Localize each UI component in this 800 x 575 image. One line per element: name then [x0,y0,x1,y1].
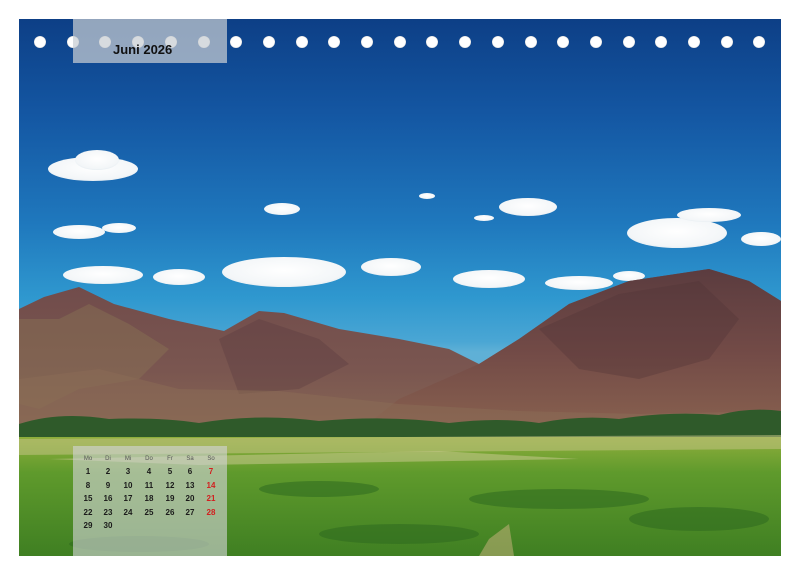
binding-hole [459,36,472,48]
calendar-day: 15 [83,494,93,503]
calendar-day: 23 [103,507,113,517]
calendar-day: 3 [125,467,131,476]
calendar-day: 26 [165,507,175,517]
calendar-day: 27 [185,507,195,517]
calendar-day: 19 [165,494,175,503]
calendar-day: 24 [123,507,133,517]
calendar-day: 6 [187,467,193,476]
binding-hole [524,36,537,48]
binding-hole [622,36,635,48]
calendar-page: Juni 2026 Mo Di Mi Do Fr Sa So 1 2 3 4 5 6 7 8 9 10 11 12 1… [19,19,781,556]
weekday-header: Sa [186,456,194,462]
binding-hole [361,36,373,48]
calendar-day-sunday: 28 [206,507,216,517]
calendar-day: 5 [167,467,173,476]
calendar-day: 30 [103,521,113,530]
calendar-day: 25 [144,507,154,517]
calendar-day: 12 [165,480,175,490]
weekday-header: Do [145,456,153,462]
month-label: Juni 2026 [113,42,173,57]
binding-hole [262,36,275,48]
calendar-day: 4 [146,467,152,476]
calendar-day: 10 [123,480,133,490]
calendar-day: 2 [105,467,111,476]
calendar-day: 17 [123,494,133,503]
calendar-day: 22 [83,507,93,517]
calendar-day: 18 [144,494,154,503]
weekday-header: Mi [124,456,132,462]
calendar-day: 29 [83,521,93,530]
calendar-day: 11 [144,480,154,490]
calendar-day: 16 [103,494,113,503]
calendar-day-sunday: 14 [206,480,216,490]
binding-hole [589,36,602,48]
binding-hole [688,36,700,48]
calendar-day: 1 [85,467,91,476]
calendar-day: 20 [185,494,195,503]
calendar-day-sunday: 21 [206,494,216,503]
weekday-header: Di [105,456,111,462]
binding-hole [720,36,733,48]
calendar-day-sunday: 7 [208,467,214,476]
weekday-header: Mo [83,456,93,462]
clouds [48,150,781,290]
month-label-panel: Juni 2026 [73,19,227,63]
binding-hole [34,36,46,48]
calendar-day: 9 [105,480,111,490]
binding-hole [491,36,504,48]
calendar-day: 13 [185,480,195,490]
weekday-header: Fr [167,456,173,462]
calendar-day: 8 [85,480,91,490]
weekday-header: So [207,456,215,462]
mini-calendar: Mo Di Mi Do Fr Sa So 1 2 3 4 5 6 7 8 9 10 11 12 13 14 15 16 17 1… [73,446,227,556]
mountains [19,269,781,439]
binding-hole [393,36,406,48]
binding-hole [295,36,308,48]
